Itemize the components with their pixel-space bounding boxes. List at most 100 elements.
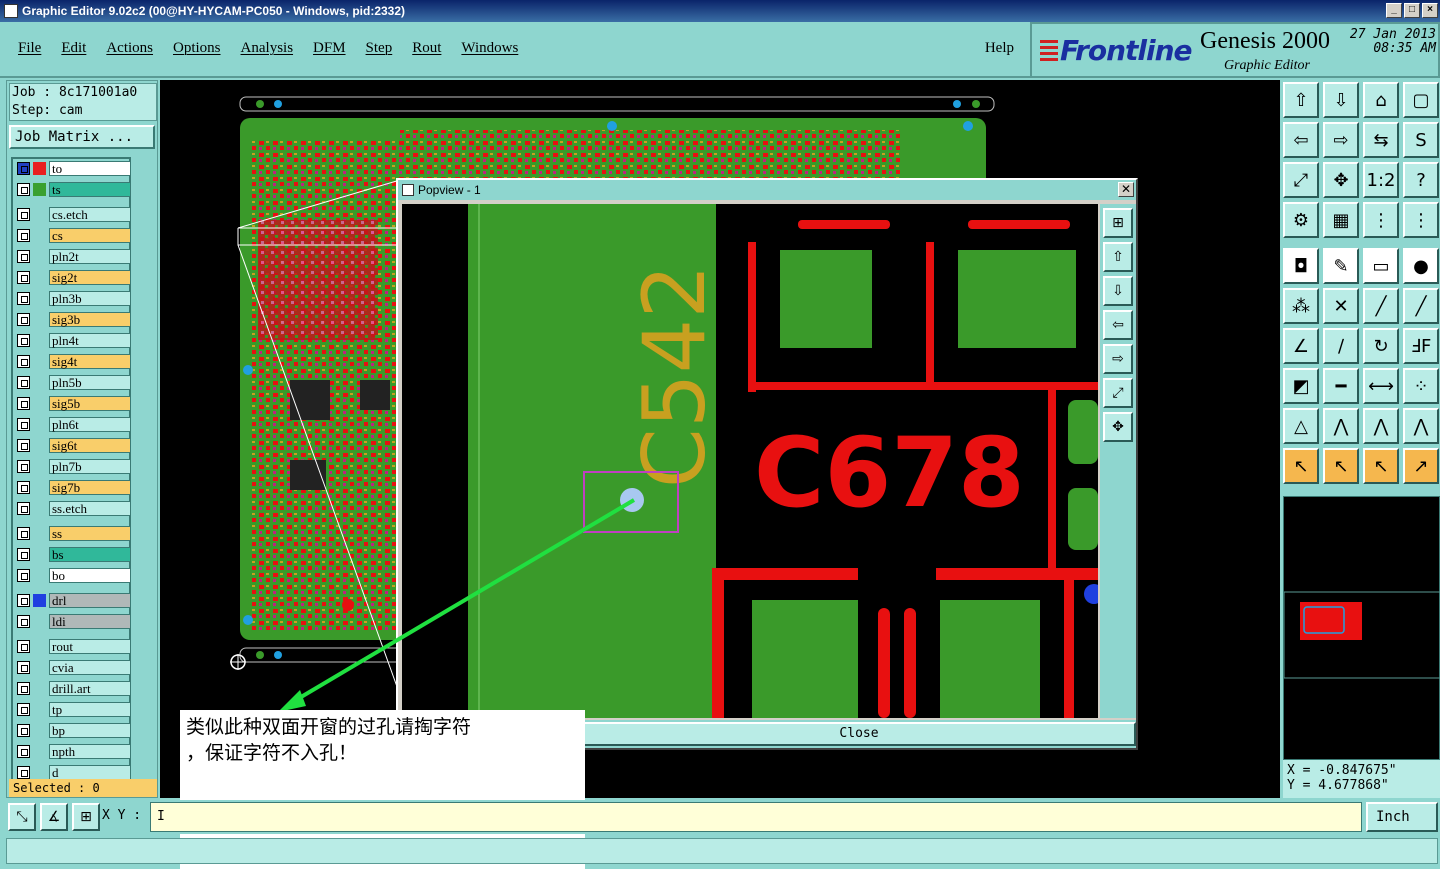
layer-name[interactable]: sig4t xyxy=(49,354,131,369)
measure-angle-icon[interactable]: ∡ xyxy=(40,803,68,831)
pointer-icon[interactable]: ↖ xyxy=(1283,448,1319,484)
pen-icon[interactable]: ✎ xyxy=(1323,248,1359,284)
popview-canvas[interactable]: C542 C678 xyxy=(402,204,1098,718)
layer-name[interactable]: cs xyxy=(49,228,131,243)
layer-row-pln5b[interactable]: pln5b xyxy=(15,375,131,390)
layer-checkbox[interactable] xyxy=(17,418,30,431)
layer-checkbox[interactable] xyxy=(17,162,30,175)
popview-close-icon[interactable]: ✕ xyxy=(1118,182,1134,197)
layer-checkbox[interactable] xyxy=(17,640,30,653)
menu-analysis[interactable]: Analysis xyxy=(231,40,304,57)
pointer-4-icon[interactable]: ↗ xyxy=(1403,448,1439,484)
layer-name[interactable]: pln6t xyxy=(49,417,131,432)
layer-row-d[interactable]: d xyxy=(15,765,131,780)
layer-row-tp[interactable]: tp xyxy=(15,702,131,717)
layer-checkbox[interactable] xyxy=(17,745,30,758)
layer-row-sig7b[interactable]: sig7b xyxy=(15,480,131,495)
layer-row-pln4t[interactable]: pln4t xyxy=(15,333,131,348)
pointer-2-icon[interactable]: ↖ xyxy=(1323,448,1359,484)
pan-left-icon[interactable]: ⇦ xyxy=(1283,122,1319,158)
layer-checkbox[interactable] xyxy=(17,208,30,221)
layer-checkbox[interactable] xyxy=(17,460,30,473)
close-window-button[interactable]: × xyxy=(1422,3,1438,18)
connect-icon[interactable]: ⁂ xyxy=(1283,288,1319,324)
menu-rout[interactable]: Rout xyxy=(402,40,451,57)
popview-tool-pan-down-icon[interactable]: ⇩ xyxy=(1103,276,1133,306)
layer-checkbox[interactable] xyxy=(17,615,30,628)
layer-checkbox[interactable] xyxy=(17,229,30,242)
triangle-icon[interactable]: △ xyxy=(1283,408,1319,444)
layer-row-cs-etch[interactable]: cs.etch xyxy=(15,207,131,222)
menu-file[interactable]: File xyxy=(8,40,51,57)
layer-row-sig5b[interactable]: sig5b xyxy=(15,396,131,411)
layer-row-to[interactable]: to xyxy=(15,161,131,176)
layer-row-drl[interactable]: drl xyxy=(15,593,131,608)
layer-name[interactable]: drl xyxy=(49,593,131,608)
line-2-icon[interactable]: ╱ xyxy=(1403,288,1439,324)
pointer-3-icon[interactable]: ↖ xyxy=(1363,448,1399,484)
slash-icon[interactable]: ∕ xyxy=(1323,328,1359,364)
zoom-center-icon[interactable]: ✥ xyxy=(1323,162,1359,198)
layer-name[interactable]: cs.etch xyxy=(49,207,131,222)
xy-input[interactable]: I xyxy=(150,802,1362,832)
menu-windows[interactable]: Windows xyxy=(451,40,528,57)
layer-name[interactable]: sig2t xyxy=(49,270,131,285)
tools-icon[interactable]: ⚙ xyxy=(1283,202,1319,238)
layer-name[interactable]: pln4t xyxy=(49,333,131,348)
zoom-fit-icon[interactable]: ⤢ xyxy=(1283,162,1319,198)
layer-checkbox[interactable] xyxy=(17,548,30,561)
snap-icon[interactable]: S xyxy=(1403,122,1439,158)
layer-checkbox[interactable] xyxy=(17,594,30,607)
layer-name[interactable]: sig6t xyxy=(49,438,131,453)
layer-row-cs[interactable]: cs xyxy=(15,228,131,243)
layer-name[interactable]: bp xyxy=(49,723,131,738)
help-icon[interactable]: ? xyxy=(1403,162,1439,198)
angle-icon[interactable]: ∠ xyxy=(1283,328,1319,364)
layer-name[interactable]: tp xyxy=(49,702,131,717)
popview-close-button[interactable]: Close xyxy=(582,722,1136,746)
minimize-button[interactable]: _ xyxy=(1386,3,1402,18)
layer-name[interactable]: ss.etch xyxy=(49,501,131,516)
layer-name[interactable]: sig7b xyxy=(49,480,131,495)
popview-tool-pan-right-icon[interactable]: ⇨ xyxy=(1103,344,1133,374)
frame-icon[interactable]: ▢ xyxy=(1403,82,1439,118)
layer-checkbox[interactable] xyxy=(17,481,30,494)
layer-name[interactable]: pln5b xyxy=(49,375,131,390)
select-feature-icon[interactable]: ◘ xyxy=(1283,248,1319,284)
pad-icon[interactable]: ● xyxy=(1403,248,1439,284)
layer-checkbox[interactable] xyxy=(17,703,30,716)
menu-options[interactable]: Options xyxy=(163,40,231,57)
layer-row-cvia[interactable]: cvia xyxy=(15,660,131,675)
cluster-icon[interactable]: ⁘ xyxy=(1403,368,1439,404)
layer-checkbox[interactable] xyxy=(17,527,30,540)
layer-name[interactable]: bs xyxy=(49,547,131,562)
line-icon[interactable]: ╱ xyxy=(1363,288,1399,324)
layer-name[interactable]: sig5b xyxy=(49,396,131,411)
layer-row-rout[interactable]: rout xyxy=(15,639,131,654)
layer-row-pln3b[interactable]: pln3b xyxy=(15,291,131,306)
layer-name[interactable]: pln2t xyxy=(49,249,131,264)
triangle-2-icon[interactable]: ⋀ xyxy=(1323,408,1359,444)
menu-dfm[interactable]: DFM xyxy=(303,40,356,57)
popview-tool-fit-icon[interactable]: ⤢ xyxy=(1103,378,1133,408)
menu-step[interactable]: Step xyxy=(356,40,403,57)
layer-name[interactable]: ss xyxy=(49,526,131,541)
layer-checkbox[interactable] xyxy=(17,183,30,196)
layer-name[interactable]: cvia xyxy=(49,660,131,675)
overview-preview[interactable] xyxy=(1283,496,1440,760)
layer-row-bs[interactable]: bs xyxy=(15,547,131,562)
layer-row-sig2t[interactable]: sig2t xyxy=(15,270,131,285)
layer-row-pln2t[interactable]: pln2t xyxy=(15,249,131,264)
home-icon[interactable]: ⌂ xyxy=(1363,82,1399,118)
layer-name[interactable]: ldi xyxy=(49,614,131,629)
layer-row-ss-etch[interactable]: ss.etch xyxy=(15,501,131,516)
menu-edit[interactable]: Edit xyxy=(51,40,96,57)
layer-checkbox[interactable] xyxy=(17,376,30,389)
layer-row-sig3b[interactable]: sig3b xyxy=(15,312,131,327)
popview-tool-pan-up-icon[interactable]: ⇧ xyxy=(1103,242,1133,272)
layer-row-bo[interactable]: bo xyxy=(15,568,131,583)
job-matrix-button[interactable]: Job Matrix ... xyxy=(9,125,155,149)
layer-checkbox[interactable] xyxy=(17,502,30,515)
layer-checkbox[interactable] xyxy=(17,250,30,263)
menu-help[interactable]: Help xyxy=(985,40,1014,57)
